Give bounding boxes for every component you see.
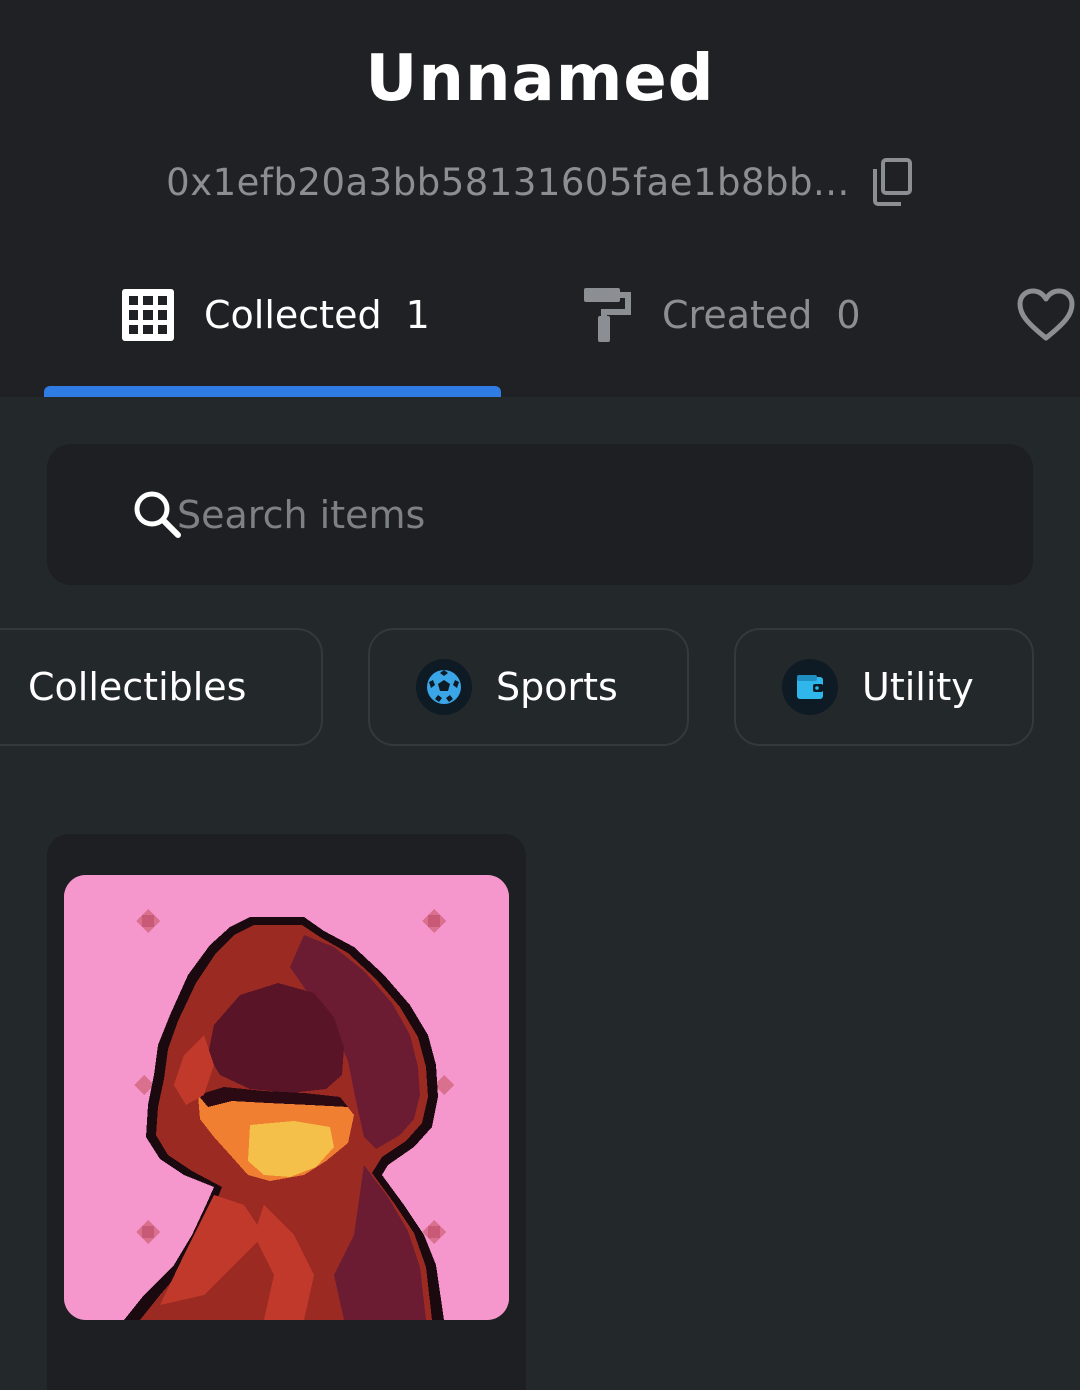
tab-collected-label: Collected xyxy=(204,293,382,337)
profile-name: Unnamed xyxy=(365,42,715,116)
search-bar xyxy=(47,444,1033,585)
category-chip-collectibles[interactable]: Collectibles xyxy=(0,628,323,746)
wallet-icon xyxy=(782,659,838,715)
heart-icon xyxy=(1017,288,1075,341)
category-label: Collectibles xyxy=(28,665,247,709)
category-label: Utility xyxy=(862,665,974,709)
search-icon xyxy=(134,491,181,538)
paint-roller-icon xyxy=(584,288,631,342)
search-input[interactable] xyxy=(177,444,997,585)
tab-collected-count: 1 xyxy=(405,293,430,337)
tab-collected[interactable]: Collected 1 xyxy=(120,270,430,360)
category-chip-utility[interactable]: Utility xyxy=(734,628,1034,746)
soccer-ball-icon xyxy=(416,659,472,715)
wallet-address: 0x1efb20a3bb58131605fae1b8bb... xyxy=(166,160,850,204)
category-chip-sports[interactable]: Sports xyxy=(368,628,689,746)
nft-card[interactable] xyxy=(47,834,526,1390)
nft-image[interactable] xyxy=(64,875,509,1320)
tab-created-label: Created xyxy=(662,293,813,337)
copy-icon[interactable] xyxy=(870,157,914,207)
active-tab-indicator xyxy=(44,386,501,397)
category-label: Sports xyxy=(496,665,618,709)
profile-tabs: Collected 1 Created 0 xyxy=(0,270,1080,397)
profile-header: Unnamed 0x1efb20a3bb58131605fae1b8bb... … xyxy=(0,0,1080,397)
wallet-address-row: 0x1efb20a3bb58131605fae1b8bb... xyxy=(0,150,1080,214)
grid-icon xyxy=(122,289,174,341)
tab-created[interactable]: Created 0 xyxy=(582,270,861,360)
pixel-art-hooded-figure xyxy=(64,875,509,1320)
tab-favorited[interactable] xyxy=(1016,270,1076,360)
tab-created-count: 0 xyxy=(836,293,861,337)
